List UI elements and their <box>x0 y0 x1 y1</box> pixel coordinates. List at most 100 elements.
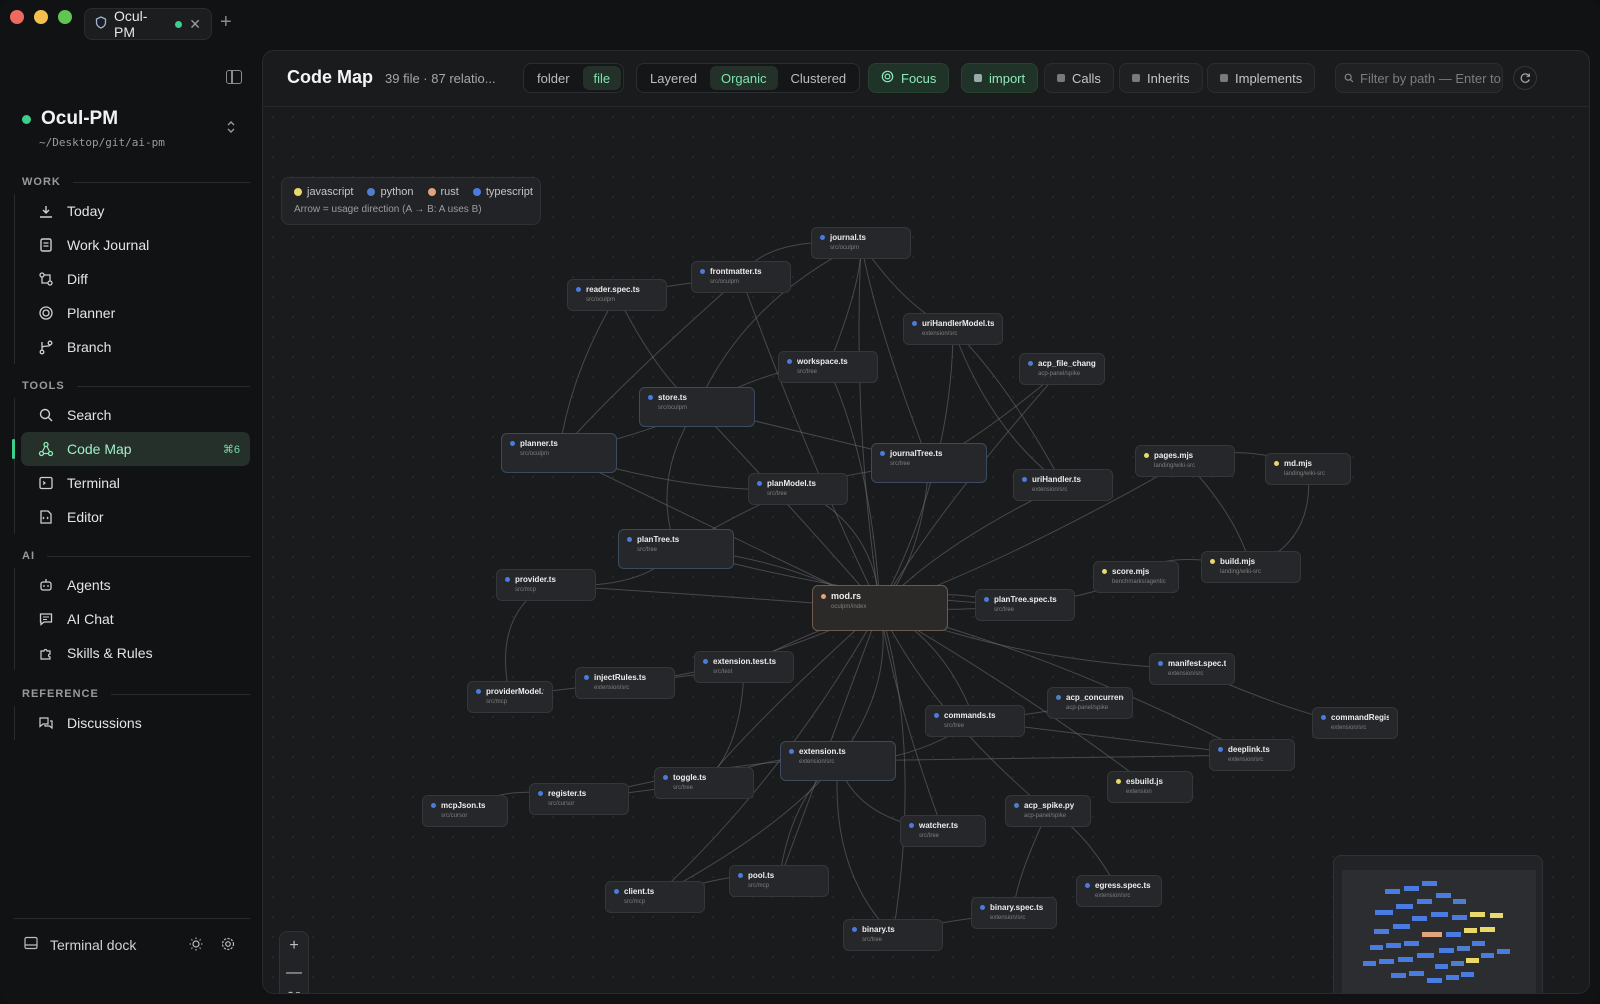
sidebar-item-code-map[interactable]: Code Map ⌘6 <box>12 432 250 466</box>
graph-node-mcpjson[interactable]: mcpJson.ts src/cursor <box>422 795 508 827</box>
graph-node-plantree[interactable]: planTree.ts src/tree <box>618 529 734 569</box>
minimize-window-button[interactable] <box>34 10 48 24</box>
maximize-window-button[interactable] <box>58 10 72 24</box>
nav-group-ai: Agents AI Chat Skills & Rules <box>14 568 250 670</box>
graph-node-planmodel[interactable]: planModel.ts src/tree <box>748 473 848 505</box>
sidebar-item-planner[interactable]: Planner <box>21 296 250 330</box>
graph-node-commands[interactable]: commands.ts src/tree <box>925 705 1025 737</box>
graph-node-md[interactable]: md.mjs landing/wiki-src <box>1265 453 1351 485</box>
graph-node-acpfilechange[interactable]: acp_file_change_... acp-panel/spike <box>1019 353 1105 385</box>
sidebar-item-work-journal[interactable]: Work Journal <box>21 228 250 262</box>
graph-node-injectrules[interactable]: injectRules.ts extension/src <box>575 667 675 699</box>
terminal-dock-button[interactable]: Terminal dock <box>24 936 136 953</box>
minimap-node-manifestspec <box>1472 941 1486 947</box>
graph-node-frontmatter[interactable]: frontmatter.ts src/oculpm <box>691 261 791 293</box>
project-header[interactable]: Ocul-PM ~/Desktop/git/ai-pm <box>22 108 165 149</box>
edge-filter-import[interactable]: import <box>961 63 1039 93</box>
graph-node-journal[interactable]: journal.ts src/oculpm <box>811 227 911 259</box>
path-filter-input[interactable]: Filter by path — Enter to <box>1335 63 1503 93</box>
layout-option-clustered[interactable]: Clustered <box>780 66 858 90</box>
language-dot <box>1116 779 1121 784</box>
language-dot <box>852 927 857 932</box>
zoom-out-button[interactable]: — <box>286 964 302 982</box>
graph-node-register[interactable]: register.ts src/cursor <box>529 783 629 815</box>
edge-filter-inherits[interactable]: Inherits <box>1119 63 1203 93</box>
sidebar-item-search[interactable]: Search <box>21 398 250 432</box>
chevron-up-down-icon[interactable] <box>226 120 236 134</box>
graph-node-extensiontest[interactable]: extension.test.ts src/test <box>694 651 794 683</box>
sidebar-item-agents[interactable]: Agents <box>21 568 250 602</box>
minimap-node-binaryspec <box>1445 975 1459 981</box>
minimap-node-register <box>1379 959 1395 965</box>
refresh-icon[interactable] <box>1513 66 1537 90</box>
graph-node-client[interactable]: client.ts src/mcp <box>605 881 705 913</box>
node-path: src/test <box>713 669 733 675</box>
graph-node-mod[interactable]: mod.rs oculpm/index <box>812 585 948 631</box>
graph-node-planner[interactable]: planner.ts src/oculpm <box>501 433 617 473</box>
theme-sun-icon[interactable] <box>188 936 204 957</box>
sidebar-item-skills-rules[interactable]: Skills & Rules <box>21 636 250 670</box>
graph-node-commandregistr[interactable]: commandRegistr... extension/src <box>1312 707 1398 739</box>
graph-node-acpconcurrency[interactable]: acp_concurrency... acp-panel/spike <box>1047 687 1133 719</box>
edge-filter-implements[interactable]: Implements <box>1207 63 1316 93</box>
focus-button[interactable]: Focus <box>868 63 950 93</box>
sidebar-item-discussions[interactable]: Discussions <box>21 706 250 740</box>
graph-node-store[interactable]: store.ts src/oculpm <box>639 387 755 427</box>
graph-node-plantreespec[interactable]: planTree.spec.ts src/tree <box>975 589 1075 621</box>
graph-node-watcher[interactable]: watcher.ts src/tree <box>900 815 986 847</box>
sidebar-item-label: Skills & Rules <box>67 645 153 661</box>
graph-node-provider[interactable]: provider.ts src/mcp <box>496 569 596 601</box>
language-dot <box>663 775 668 780</box>
minimap[interactable] <box>1333 855 1543 993</box>
sidebar-item-diff[interactable]: Diff <box>21 262 250 296</box>
graph-node-egressspec[interactable]: egress.spec.ts extension/src <box>1076 875 1162 907</box>
graph-canvas[interactable]: journal.ts src/oculpm frontmatter.ts src/oc… <box>263 107 1589 993</box>
fit-view-button[interactable]: ⛶ <box>288 991 299 993</box>
layout-option-layered[interactable]: Layered <box>639 66 708 90</box>
graph-node-extension[interactable]: extension.ts extension/src <box>780 741 896 781</box>
node-name: commandRegistr... <box>1331 713 1389 722</box>
graph-node-acpspike[interactable]: acp_spike.py acp-panel/spike <box>1005 795 1091 827</box>
layout-option-organic[interactable]: Organic <box>709 66 778 90</box>
graph-node-binary[interactable]: binary.ts src/tree <box>843 919 943 951</box>
close-window-button[interactable] <box>10 10 24 24</box>
zoom-in-button[interactable]: + <box>289 937 298 955</box>
sidebar-item-editor[interactable]: Editor <box>21 500 250 534</box>
graph-node-pages[interactable]: pages.mjs landing/wiki-src <box>1135 445 1235 477</box>
graph-node-score[interactable]: score.mjs benchmarks/agentic <box>1093 561 1179 593</box>
graph-node-readerspec[interactable]: reader.spec.ts src/oculpm <box>567 279 667 311</box>
granularity-option-file[interactable]: file <box>582 66 622 90</box>
minimap-viewport[interactable] <box>1342 870 1536 993</box>
graph-node-workspace[interactable]: workspace.ts src/tree <box>778 351 878 383</box>
graph-node-manifestspec[interactable]: manifest.spec.ts extension/src <box>1149 653 1235 685</box>
sidebar-item-ai-chat[interactable]: AI Chat <box>21 602 250 636</box>
graph-node-urihandler[interactable]: uriHandler.ts extension/src <box>1013 469 1113 501</box>
granularity-option-folder[interactable]: folder <box>526 66 581 90</box>
node-path: src/mcp <box>748 883 769 889</box>
language-dot <box>510 441 515 446</box>
settings-gear-icon[interactable] <box>220 936 236 957</box>
language-dot <box>1102 569 1107 574</box>
graph-node-journaltree[interactable]: journalTree.ts src/tree <box>871 443 987 483</box>
new-tab-button[interactable]: + <box>220 12 232 32</box>
graph-node-build[interactable]: build.mjs landing/wiki-src <box>1201 551 1301 583</box>
graph-node-deeplink[interactable]: deeplink.ts extension/src <box>1209 739 1295 771</box>
graph-node-urihandlermodel[interactable]: uriHandlerModel.ts extension/src <box>903 313 1003 345</box>
code-map-panel: Code Map 39 file · 87 relatio... folder … <box>262 50 1590 994</box>
graph-node-esbuild[interactable]: esbuild.js extension <box>1107 771 1193 803</box>
graph-node-binaryspec[interactable]: binary.spec.ts extension/src <box>971 897 1057 929</box>
edge-filter-calls[interactable]: Calls <box>1044 63 1114 93</box>
tab-ocul-pm[interactable]: Ocul-PM ✕ <box>84 8 212 40</box>
node-name: injectRules.ts <box>594 673 647 682</box>
legend-item-typescript: typescript <box>472 186 533 198</box>
language-dot <box>1158 661 1163 666</box>
graph-node-providermodel[interactable]: providerModel.ts src/mcp <box>467 681 553 713</box>
legend-item-rust: rust <box>427 186 459 198</box>
sidebar-toggle-icon[interactable] <box>226 70 242 84</box>
sidebar-item-branch[interactable]: Branch <box>21 330 250 364</box>
graph-node-pool[interactable]: pool.ts src/mcp <box>729 865 829 897</box>
sidebar-item-terminal[interactable]: Terminal <box>21 466 250 500</box>
graph-node-toggle[interactable]: toggle.ts src/tree <box>654 767 754 799</box>
sidebar-item-today[interactable]: Today <box>21 194 250 228</box>
tab-close-icon[interactable]: ✕ <box>189 16 201 33</box>
